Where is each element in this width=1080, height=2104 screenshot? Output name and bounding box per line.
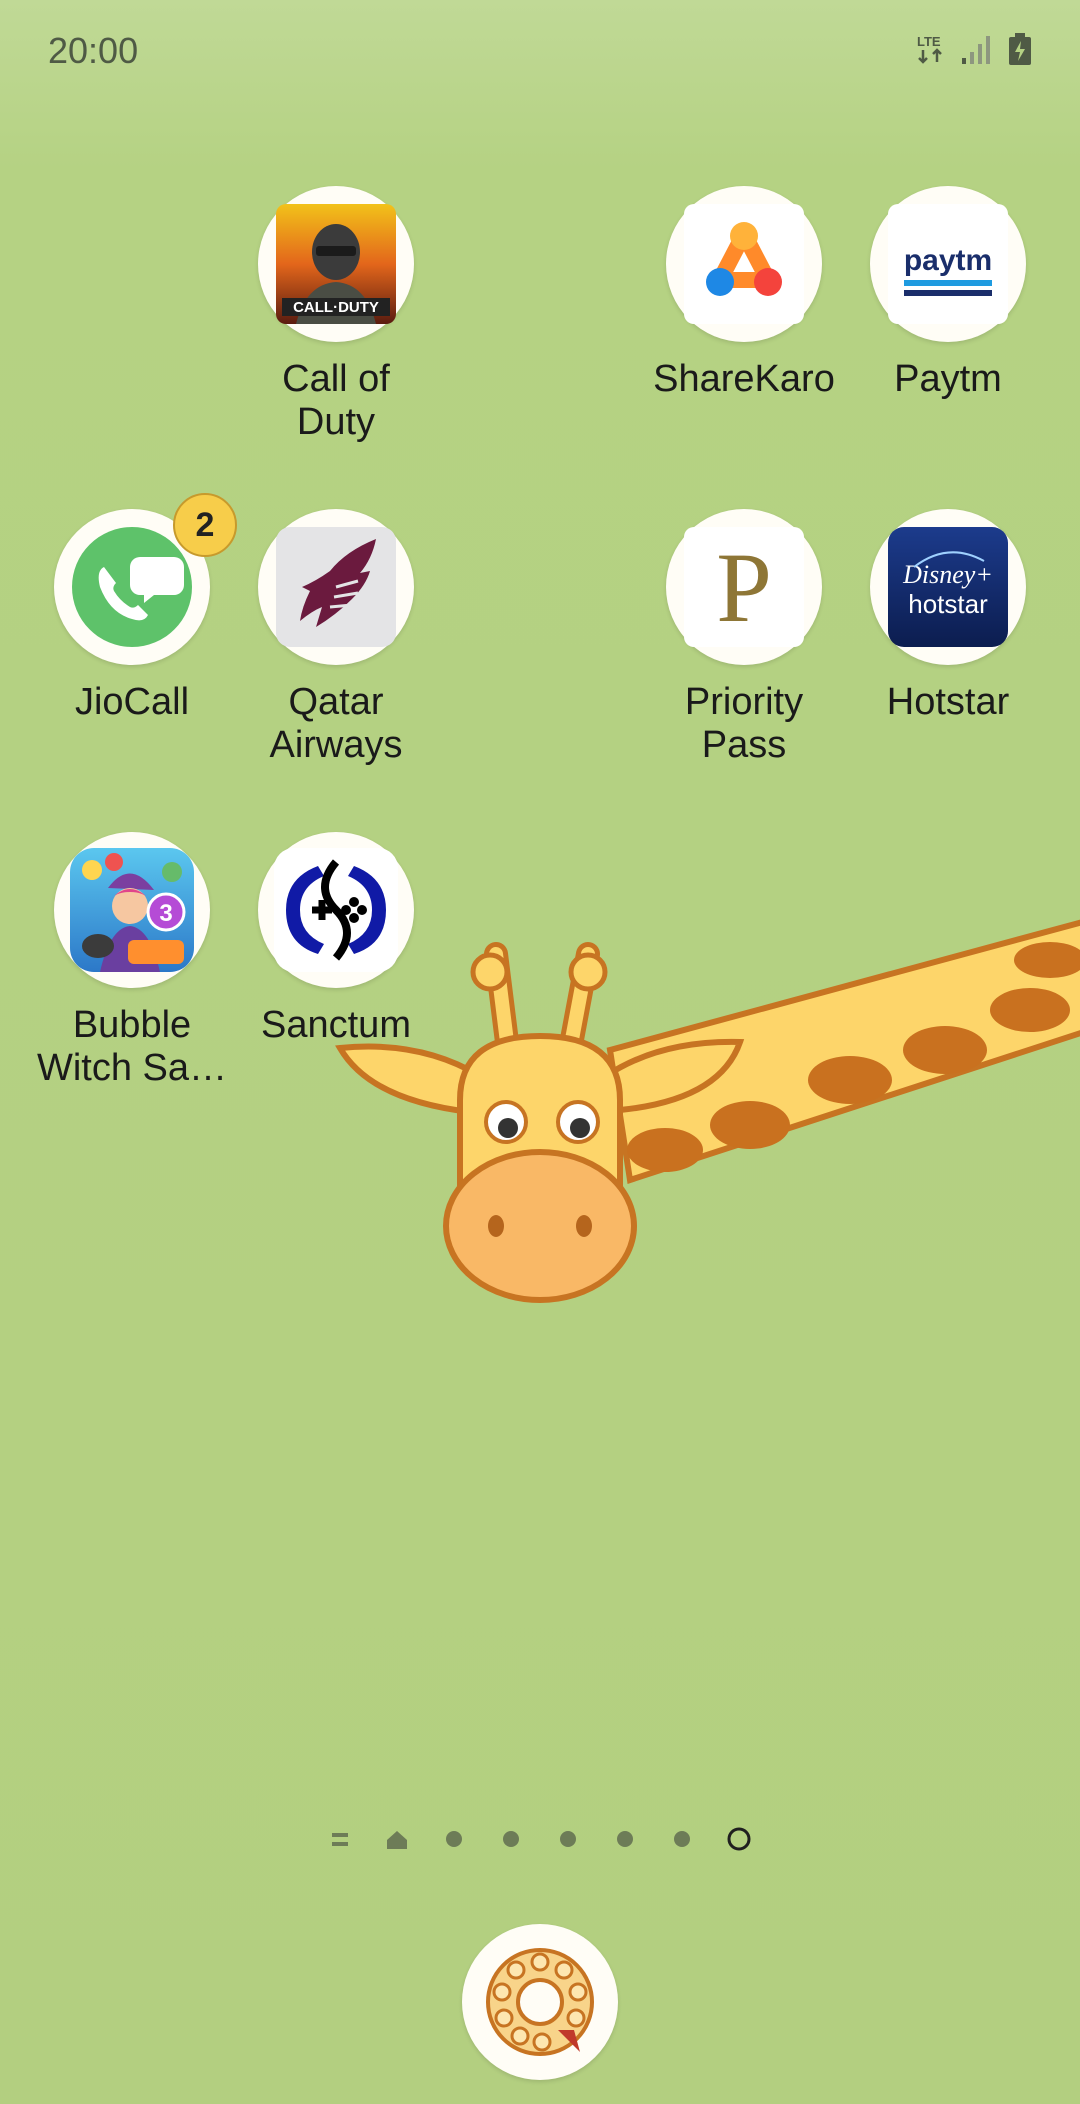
app-label: Call of Duty	[282, 358, 390, 443]
page-dot[interactable]	[617, 1831, 633, 1847]
app-priority-pass[interactable]: P Priority Pass	[639, 509, 849, 767]
bubble-witch-level-text: 3	[159, 900, 172, 927]
hotstar-icon: Disney+ hotstar	[870, 509, 1026, 665]
lte-icon: LTE	[917, 34, 942, 64]
hotstar-disney-text: Disney+	[902, 560, 993, 589]
bubble-witch-icon: 3	[54, 832, 210, 988]
page-dot[interactable]	[560, 1831, 576, 1847]
signal-icon	[962, 36, 990, 64]
call-of-duty-icon: CALL·DUTY	[258, 186, 414, 342]
page-dot[interactable]	[503, 1831, 519, 1847]
sharekaro-icon	[666, 186, 822, 342]
app-label: Hotstar	[886, 681, 1010, 723]
home-page-icon[interactable]	[387, 1831, 407, 1849]
app-hotstar[interactable]: Disney+ hotstar Hotstar	[843, 509, 1053, 724]
priority-pass-icon: P	[666, 509, 822, 665]
app-qatar-airways[interactable]: Qatar Airways	[231, 509, 441, 767]
page-dot[interactable]	[446, 1831, 462, 1847]
paytm-logo-text: paytm	[904, 244, 992, 277]
page-dot[interactable]	[674, 1831, 690, 1847]
qatar-airways-icon	[258, 509, 414, 665]
status-time: 20:00	[48, 30, 139, 71]
app-jiocall[interactable]: 2 JioCall	[27, 493, 237, 724]
paytm-icon: paytm	[870, 186, 1026, 342]
app-list-icon[interactable]	[332, 1833, 348, 1846]
page-indicator[interactable]	[0, 1820, 1080, 1860]
app-label: Bubble Witch Sa…	[36, 1004, 228, 1089]
app-label: JioCall	[74, 681, 190, 723]
app-label: Priority Pass	[684, 681, 804, 766]
app-label: Paytm	[894, 358, 1002, 400]
giraffe-wallpaper	[335, 919, 1080, 1303]
notification-badge: 2	[173, 493, 237, 557]
status-icons: LTE	[916, 32, 1032, 66]
page-dot-current[interactable]	[727, 1827, 751, 1851]
app-bubble-witch[interactable]: 3 Bubble Witch Sa…	[27, 832, 237, 1090]
lte-label: LTE	[917, 34, 941, 49]
priority-pass-logo-text: P	[716, 532, 772, 643]
app-paytm[interactable]: paytm Paytm	[843, 186, 1053, 401]
app-label: ShareKaro	[653, 358, 835, 400]
battery-charging-icon	[1009, 33, 1031, 65]
app-sharekaro[interactable]: ShareKaro	[639, 186, 849, 401]
app-call-of-duty[interactable]: CALL·DUTY Call of Duty	[231, 186, 441, 444]
hotstar-logo-text: hotstar	[908, 589, 988, 619]
call-of-duty-logo-text: CALL·DUTY	[293, 299, 379, 316]
dock-phone-dialer[interactable]	[462, 1924, 618, 2080]
phone-dialer-icon	[486, 1948, 594, 2056]
app-label: Qatar Airways	[269, 681, 403, 766]
